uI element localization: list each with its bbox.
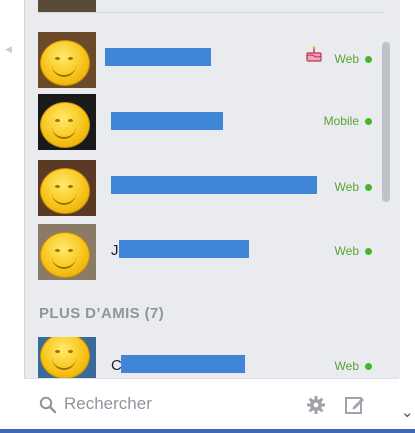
redacted-name xyxy=(119,240,249,258)
redacted-name xyxy=(111,112,223,130)
collapse-arrow-icon[interactable]: ◀ xyxy=(5,44,12,55)
online-dot xyxy=(365,56,372,63)
smiley-face-overlay xyxy=(40,40,90,86)
status-label: Web xyxy=(334,52,359,66)
online-dot xyxy=(365,184,372,191)
status-label: Web xyxy=(334,180,359,194)
bottom-divider xyxy=(0,429,415,433)
contact-list: Web Mobile Web J Web PLUS D’AMIS (7) C W… xyxy=(24,0,400,378)
search-input[interactable] xyxy=(64,391,294,417)
online-dot xyxy=(365,363,372,370)
contact-row[interactable]: Mobile xyxy=(25,92,385,152)
status-label: Web xyxy=(334,359,359,373)
smiley-face-overlay xyxy=(40,232,90,278)
search-bar xyxy=(24,378,399,430)
online-dot xyxy=(365,118,372,125)
chat-panel: ◀ Web Mobile Web J Web PLUS D’AMIS (7) C… xyxy=(0,0,415,433)
smiley-face-overlay xyxy=(40,102,90,148)
section-title-more-friends: PLUS D’AMIS (7) xyxy=(39,305,165,322)
avatar xyxy=(38,32,96,88)
gear-icon[interactable] xyxy=(306,395,326,415)
redacted-name xyxy=(111,176,317,194)
contact-row[interactable]: J Web xyxy=(25,222,385,282)
contact-row[interactable]: Web xyxy=(25,30,385,90)
smiley-face-overlay xyxy=(40,337,90,378)
contact-row[interactable]: Web xyxy=(25,158,385,218)
avatar xyxy=(38,224,96,280)
redacted-name xyxy=(105,48,211,66)
name-initial: J xyxy=(111,242,119,259)
online-dot xyxy=(365,248,372,255)
compose-icon[interactable] xyxy=(344,394,366,416)
avatar xyxy=(38,94,96,150)
contact-row-partial[interactable] xyxy=(25,0,385,14)
status-label: Mobile xyxy=(323,114,359,128)
smiley-face-overlay xyxy=(40,168,90,214)
status-label: Web xyxy=(334,244,359,258)
avatar xyxy=(38,337,96,378)
chevron-down-icon[interactable]: ⌄ xyxy=(401,403,414,421)
avatar xyxy=(38,160,96,216)
scrollbar-thumb[interactable] xyxy=(382,42,390,202)
birthday-cake-icon xyxy=(306,46,322,62)
search-icon xyxy=(39,396,57,414)
redacted-name xyxy=(121,355,245,373)
contact-row[interactable]: C Web xyxy=(25,335,385,378)
